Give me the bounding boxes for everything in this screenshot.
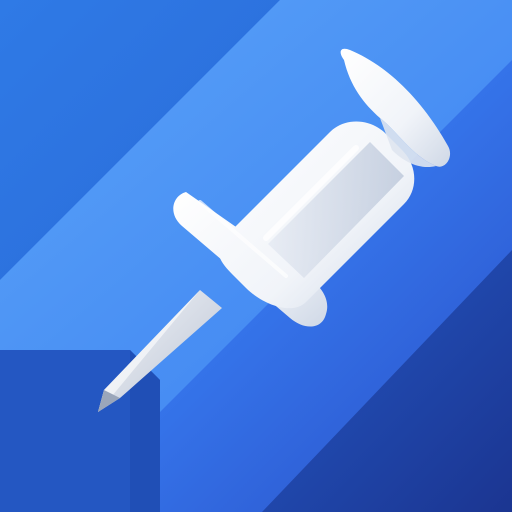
app-icon [0, 0, 512, 512]
pushpin-app-icon-graphic [0, 0, 512, 512]
